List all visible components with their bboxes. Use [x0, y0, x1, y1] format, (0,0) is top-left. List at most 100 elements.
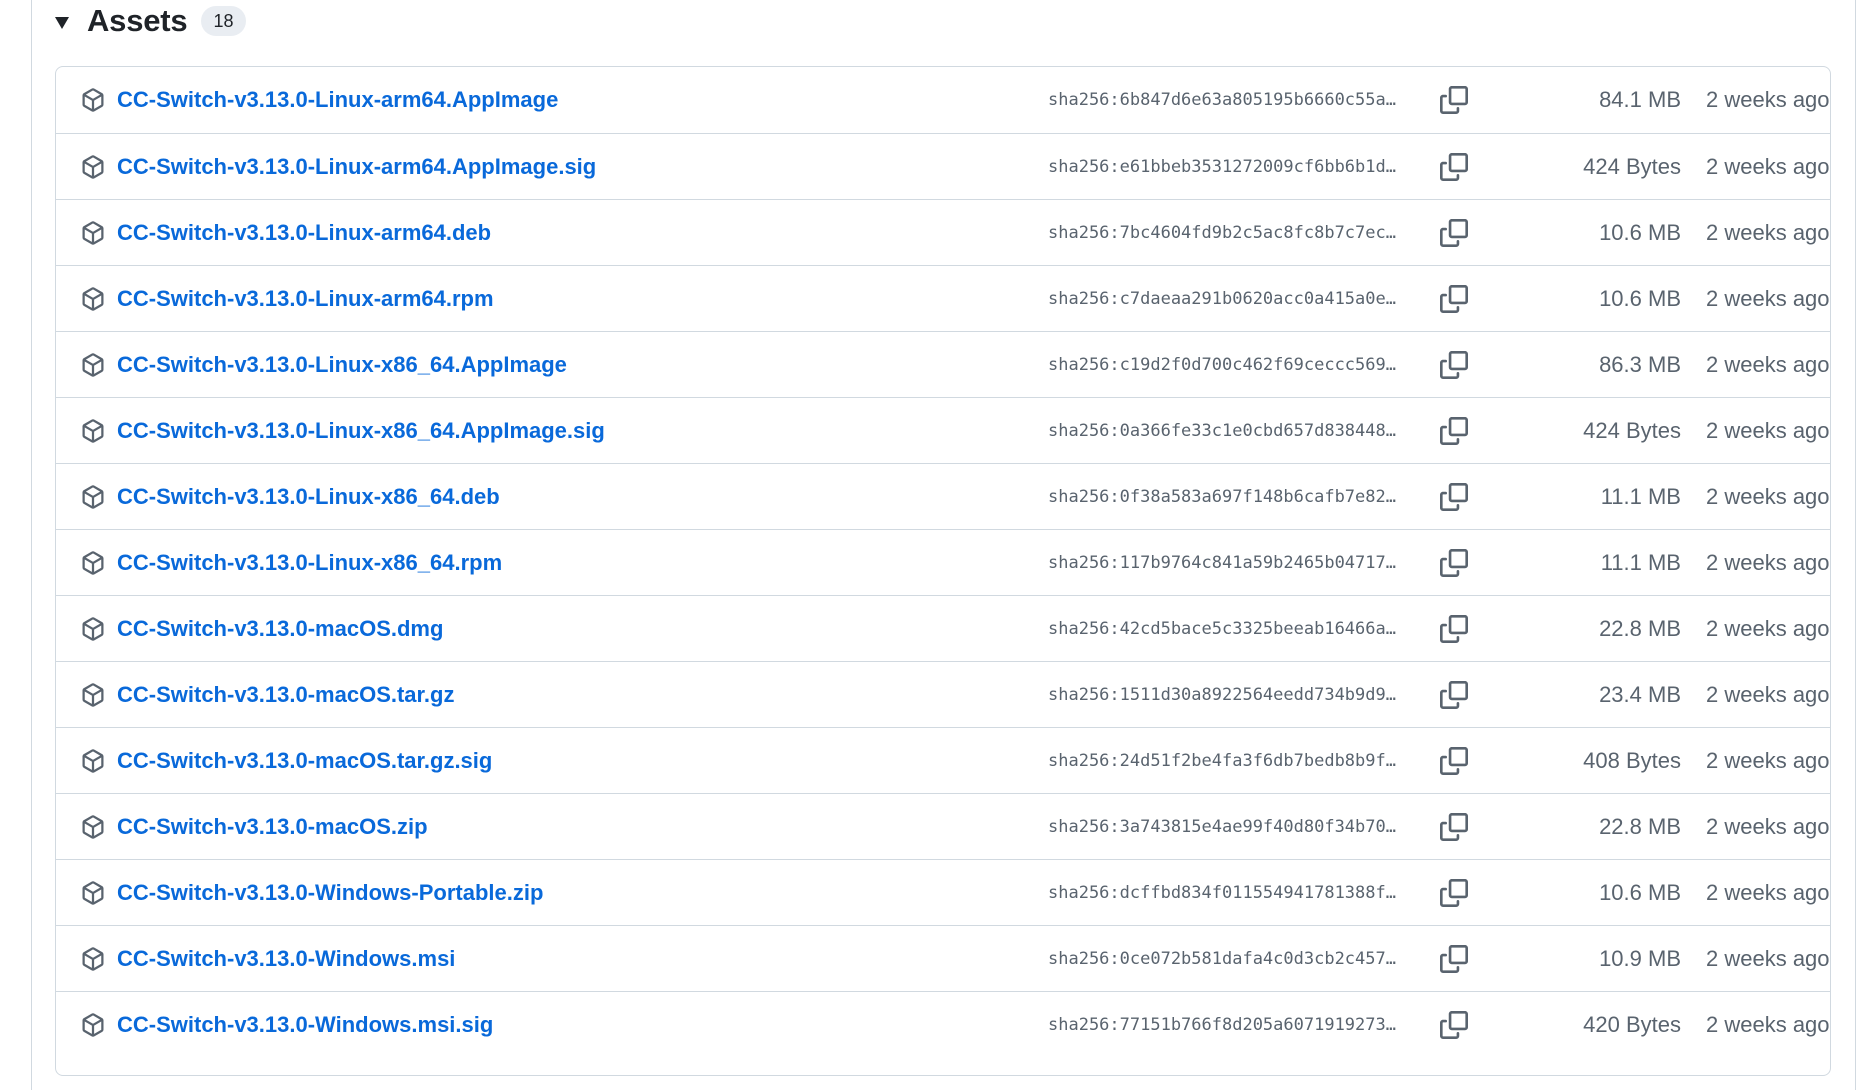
package-icon: [81, 682, 105, 708]
copy-icon[interactable]: [1440, 945, 1468, 973]
copy-icon[interactable]: [1440, 351, 1468, 379]
asset-sha256: sha256:c7daeaa291b0620acc0a415a0e…: [1048, 289, 1396, 309]
asset-sha256: sha256:0a366fe33c1e0cbd657d838448…: [1048, 421, 1396, 441]
asset-row: CC-Switch-v3.13.0-Linux-x86_64.AppImage.…: [56, 397, 1830, 463]
asset-size: 10.6 MB: [1599, 286, 1681, 311]
asset-download-link[interactable]: CC-Switch-v3.13.0-Linux-x86_64.rpm: [117, 546, 502, 580]
asset-sha256: sha256:0ce072b581dafa4c0d3cb2c457…: [1048, 949, 1396, 969]
copy-icon[interactable]: [1440, 86, 1468, 114]
asset-sha256: sha256:6b847d6e63a805195b6660c55a…: [1048, 90, 1396, 110]
asset-download-link[interactable]: CC-Switch-v3.13.0-Linux-arm64.deb: [117, 216, 491, 250]
asset-download-link[interactable]: CC-Switch-v3.13.0-Linux-x86_64.deb: [117, 480, 500, 514]
package-icon: [81, 484, 105, 510]
asset-sha256: sha256:e61bbeb3531272009cf6bb6b1d…: [1048, 157, 1396, 177]
asset-row: CC-Switch-v3.13.0-Linux-arm64.AppImage sh…: [56, 67, 1830, 133]
asset-date: 2 weeks ago: [1706, 87, 1830, 112]
copy-icon[interactable]: [1440, 219, 1468, 247]
asset-download-link[interactable]: CC-Switch-v3.13.0-Windows-Portable.zip: [117, 876, 543, 910]
triangle-down-icon[interactable]: [55, 17, 69, 29]
asset-download-link[interactable]: CC-Switch-v3.13.0-macOS.tar.gz.sig: [117, 744, 492, 778]
asset-row: CC-Switch-v3.13.0-macOS.zip sha256:3a7438…: [56, 793, 1830, 859]
asset-download-link[interactable]: CC-Switch-v3.13.0-Linux-x86_64.AppImage.…: [117, 414, 605, 448]
package-icon: [81, 616, 105, 642]
asset-size: 10.6 MB: [1599, 880, 1681, 905]
assets-title: Assets: [87, 3, 188, 38]
asset-download-link[interactable]: CC-Switch-v3.13.0-macOS.dmg: [117, 612, 443, 646]
copy-icon[interactable]: [1440, 549, 1468, 577]
copy-icon[interactable]: [1440, 1011, 1468, 1039]
asset-size: 420 Bytes: [1583, 1012, 1681, 1037]
asset-row: CC-Switch-v3.13.0-Linux-x86_64.AppImage s…: [56, 331, 1830, 397]
asset-date: 2 weeks ago: [1706, 418, 1830, 443]
asset-date: 2 weeks ago: [1706, 550, 1830, 575]
asset-sha256: sha256:1511d30a8922564eedd734b9d9…: [1048, 685, 1396, 705]
asset-row: CC-Switch-v3.13.0-Linux-arm64.deb sha256:…: [56, 199, 1830, 265]
asset-size: 11.1 MB: [1600, 550, 1681, 575]
copy-icon[interactable]: [1440, 879, 1468, 907]
asset-date: 2 weeks ago: [1706, 682, 1830, 707]
package-icon: [81, 946, 105, 972]
asset-size: 10.6 MB: [1599, 220, 1681, 245]
package-icon: [81, 286, 105, 312]
asset-download-link[interactable]: CC-Switch-v3.13.0-Linux-x86_64.AppImage: [117, 348, 567, 382]
asset-download-link[interactable]: CC-Switch-v3.13.0-Linux-arm64.AppImage.s…: [117, 150, 596, 184]
asset-download-link[interactable]: CC-Switch-v3.13.0-Linux-arm64.AppImage: [117, 83, 558, 117]
asset-download-link[interactable]: CC-Switch-v3.13.0-Linux-arm64.rpm: [117, 282, 494, 316]
asset-date: 2 weeks ago: [1706, 154, 1830, 179]
package-icon: [81, 814, 105, 840]
copy-icon[interactable]: [1440, 747, 1468, 775]
asset-date: 2 weeks ago: [1706, 286, 1830, 311]
asset-sha256: sha256:117b9764c841a59b2465b04717…: [1048, 553, 1396, 573]
asset-download-link[interactable]: CC-Switch-v3.13.0-Windows.msi: [117, 942, 455, 976]
package-icon: [81, 1012, 105, 1038]
asset-row: CC-Switch-v3.13.0-Linux-arm64.rpm sha256:…: [56, 265, 1830, 331]
asset-size: 11.1 MB: [1600, 484, 1681, 509]
copy-icon[interactable]: [1440, 681, 1468, 709]
asset-download-link[interactable]: CC-Switch-v3.13.0-macOS.zip: [117, 810, 428, 844]
asset-size: 10.9 MB: [1599, 946, 1681, 971]
asset-date: 2 weeks ago: [1706, 352, 1830, 377]
asset-size: 22.8 MB: [1599, 616, 1681, 641]
asset-row: CC-Switch-v3.13.0-Linux-x86_64.rpm sha256…: [56, 529, 1830, 595]
copy-icon[interactable]: [1440, 615, 1468, 643]
copy-icon[interactable]: [1440, 153, 1468, 181]
asset-row: CC-Switch-v3.13.0-Windows.msi.sig sha256:…: [56, 991, 1830, 1057]
assets-header[interactable]: Assets 18: [55, 0, 246, 42]
asset-row: CC-Switch-v3.13.0-macOS.tar.gz.sig sha256…: [56, 727, 1830, 793]
asset-date: 2 weeks ago: [1706, 1012, 1830, 1037]
copy-icon[interactable]: [1440, 483, 1468, 511]
copy-icon[interactable]: [1440, 417, 1468, 445]
asset-row: CC-Switch-v3.13.0-Windows-Portable.zip sh…: [56, 859, 1830, 925]
asset-size: 84.1 MB: [1599, 87, 1681, 112]
asset-date: 2 weeks ago: [1706, 748, 1830, 773]
assets-list: CC-Switch-v3.13.0-Linux-arm64.AppImage sh…: [55, 66, 1831, 1076]
asset-date: 2 weeks ago: [1706, 484, 1830, 509]
copy-icon[interactable]: [1440, 285, 1468, 313]
asset-date: 2 weeks ago: [1706, 946, 1830, 971]
asset-download-link[interactable]: CC-Switch-v3.13.0-macOS.tar.gz: [117, 678, 454, 712]
package-icon: [81, 87, 105, 113]
asset-date: 2 weeks ago: [1706, 220, 1830, 245]
asset-date: 2 weeks ago: [1706, 616, 1830, 641]
copy-icon[interactable]: [1440, 813, 1468, 841]
package-icon: [81, 352, 105, 378]
asset-size: 424 Bytes: [1583, 418, 1681, 443]
asset-size: 408 Bytes: [1583, 748, 1681, 773]
asset-row: CC-Switch-v3.13.0-macOS.tar.gz sha256:151…: [56, 661, 1830, 727]
package-icon: [81, 154, 105, 180]
asset-date: 2 weeks ago: [1706, 814, 1830, 839]
asset-size: 86.3 MB: [1599, 352, 1681, 377]
asset-sha256: sha256:7bc4604fd9b2c5ac8fc8b7c7ec…: [1048, 223, 1396, 243]
asset-sha256: sha256:c19d2f0d700c462f69ceccc569…: [1048, 355, 1396, 375]
asset-size: 23.4 MB: [1599, 682, 1681, 707]
assets-count-badge: 18: [201, 6, 246, 36]
package-icon: [81, 550, 105, 576]
asset-download-link[interactable]: CC-Switch-v3.13.0-Windows.msi.sig: [117, 1008, 493, 1042]
asset-row: CC-Switch-v3.13.0-Windows.msi sha256:0ce0…: [56, 925, 1830, 991]
asset-row: CC-Switch-v3.13.0-Linux-x86_64.deb sha256…: [56, 463, 1830, 529]
asset-sha256: sha256:0f38a583a697f148b6cafb7e82…: [1048, 487, 1396, 507]
asset-date: 2 weeks ago: [1706, 880, 1830, 905]
package-icon: [81, 418, 105, 444]
asset-sha256: sha256:24d51f2be4fa3f6db7bedb8b9f…: [1048, 751, 1396, 771]
asset-sha256: sha256:dcffbd834f011554941781388f…: [1048, 883, 1396, 903]
